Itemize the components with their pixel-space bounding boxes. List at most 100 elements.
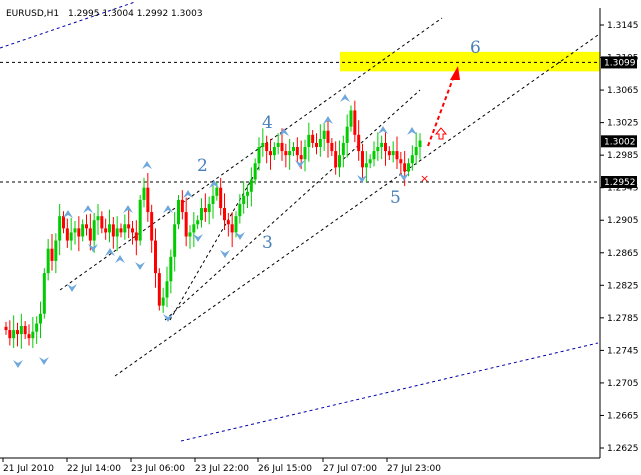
candle-body	[142, 187, 146, 200]
candle-body	[226, 220, 230, 225]
time-tick-label: 27 Jul 23:00	[387, 464, 441, 474]
candle-body	[46, 248, 50, 274]
candle-body	[387, 151, 391, 156]
candle-body	[207, 203, 211, 213]
candle-body	[338, 155, 341, 168]
time-tick-label: 22 Jul 14:00	[67, 464, 121, 474]
candle-body	[85, 224, 88, 229]
candle-body	[284, 151, 288, 156]
candle-body	[399, 159, 403, 164]
candle-body	[326, 130, 330, 143]
candle-body	[353, 110, 357, 135]
price-tick-label: 1.2865	[607, 249, 639, 259]
candle-body	[269, 151, 272, 156]
candle-body	[127, 224, 131, 229]
candle-body	[180, 199, 184, 213]
candle-body	[246, 191, 249, 196]
candle-body	[364, 163, 368, 168]
candle-body	[276, 142, 280, 148]
time-tick-label: 21 Jul 2010	[3, 464, 54, 474]
candle-body	[50, 248, 54, 261]
candle-body	[165, 281, 169, 298]
candle-body	[115, 228, 119, 237]
candle-body	[288, 151, 292, 156]
candle-body	[391, 151, 395, 156]
candle-body	[88, 228, 92, 241]
candle-body	[395, 151, 399, 160]
candle-body	[42, 273, 46, 314]
price-label-text: 1.3099	[604, 58, 636, 68]
candle-body	[169, 256, 173, 282]
candle-body	[311, 134, 315, 143]
chart-header: EURUSD,H1 1.2995 1.3004 1.2992 1.3003	[6, 9, 203, 19]
candle-body	[384, 142, 387, 152]
candle-body	[31, 331, 35, 339]
price-tick-label: 1.2705	[607, 379, 639, 389]
candle-body	[184, 212, 188, 237]
candle-body	[223, 208, 226, 221]
candle-body	[272, 147, 276, 156]
wave-label-3: 3	[262, 233, 273, 253]
candle-body	[280, 142, 284, 152]
candle-body	[203, 208, 207, 213]
candle-body	[8, 330, 12, 339]
candle-body	[410, 155, 414, 164]
price-label-text: 1.2952	[604, 178, 636, 188]
candle-body	[77, 228, 81, 237]
candle-body	[134, 232, 138, 241]
candle-body	[150, 212, 154, 241]
candle-body	[318, 138, 322, 148]
candle-body	[200, 208, 203, 221]
time-tick-label: 26 Jul 15:00	[258, 464, 312, 474]
candle-body	[161, 297, 165, 306]
candle-body	[81, 224, 85, 237]
price-label-text: 1.3002	[604, 137, 636, 147]
candle-body	[257, 147, 261, 164]
candle-body	[69, 232, 73, 241]
time-tick-label: 23 Jul 06:00	[131, 464, 185, 474]
candle-body	[62, 216, 65, 229]
candle-body	[376, 147, 380, 152]
candle-body	[219, 187, 223, 209]
price-tick-label: 1.2985	[607, 151, 639, 161]
time-tick-label: 23 Jul 22:00	[195, 464, 249, 474]
candle-body	[303, 147, 307, 160]
candle-body	[192, 224, 196, 233]
close-mark-icon: ×	[420, 172, 429, 185]
price-chart[interactable]: × 23456 1.31451.31051.30651.30251.29851.…	[0, 0, 641, 475]
candle-body	[4, 326, 8, 331]
candle-body	[111, 224, 115, 237]
candle-body	[16, 330, 19, 335]
candle-body	[380, 142, 384, 148]
wave-label-5: 5	[390, 188, 401, 208]
ohlc-label: 1.2995 1.3004 1.2992 1.3003	[68, 9, 203, 19]
candle-body	[418, 140, 422, 148]
price-tick-label: 1.2665	[607, 411, 639, 421]
candle-body	[403, 163, 407, 172]
candle-body	[131, 228, 134, 233]
candle-body	[372, 151, 376, 160]
wave-label-6: 6	[470, 38, 481, 58]
candle-body	[146, 187, 150, 213]
candle-body	[119, 228, 123, 233]
chart-window[interactable]: × 23456 1.31451.31051.30651.30251.29851.…	[0, 0, 641, 475]
candle-body	[39, 313, 42, 324]
candle-body	[157, 273, 161, 306]
price-tick-label: 1.2625	[607, 444, 639, 454]
price-tick-label: 1.2785	[607, 314, 639, 324]
candle-body	[138, 199, 142, 241]
candle-body	[100, 216, 104, 229]
candle-body	[12, 330, 16, 339]
price-tick-label: 1.2905	[607, 216, 639, 226]
candle-body	[19, 325, 23, 335]
candle-body	[27, 334, 31, 339]
price-tick-label: 1.3025	[607, 119, 639, 129]
wave-label-4: 4	[262, 113, 273, 133]
candle-body	[92, 220, 96, 241]
candle-body	[96, 216, 100, 221]
candle-body	[265, 142, 269, 152]
candle-body	[295, 147, 299, 156]
candle-body	[261, 142, 265, 148]
candle-body	[54, 240, 58, 261]
candle-body	[361, 151, 364, 168]
